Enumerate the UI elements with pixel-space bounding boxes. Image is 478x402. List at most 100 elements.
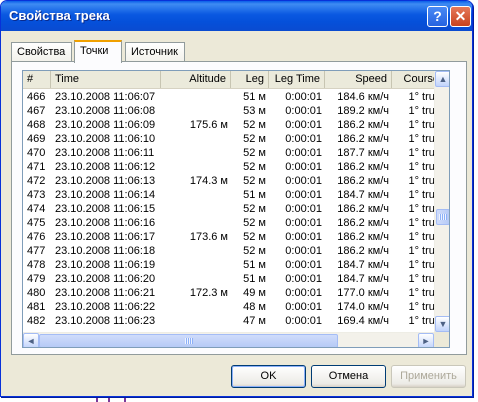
scroll-up-button[interactable]: ▲ <box>435 71 449 87</box>
cell-leg-time: 0:00:01 <box>285 217 322 229</box>
cell-leg-time: 0:00:01 <box>285 245 322 257</box>
cell-speed: 184.7 км/ч <box>337 273 389 285</box>
column-header-time[interactable]: Time <box>51 71 161 88</box>
cell-leg: 52 м <box>243 245 266 257</box>
cell-number: 472 <box>27 175 46 187</box>
tab-properties[interactable]: Свойства <box>11 42 72 62</box>
cell-number: 480 <box>27 287 46 299</box>
table-row[interactable]: 468 23.10.2008 11:06:09 175.6 м 52 м 0:00:01… <box>23 118 449 132</box>
cell-time: 23.10.2008 11:06:16 <box>55 217 156 229</box>
close-button[interactable]: ✕ <box>450 6 471 27</box>
window-title: Свойства трека <box>9 8 110 23</box>
table-row[interactable]: 477 23.10.2008 11:06:18 52 м 0:00:01 186.2 к… <box>23 244 449 258</box>
scroll-right-button[interactable]: ► <box>418 333 434 347</box>
table-row[interactable]: 479 23.10.2008 11:06:20 51 м 0:00:01 184.7 к… <box>23 272 449 286</box>
cell-number: 476 <box>27 231 46 243</box>
table-row[interactable]: 473 23.10.2008 11:06:14 51 м 0:00:01 184.7 к… <box>23 188 449 202</box>
vertical-scrollbar[interactable]: ▲ ▼ <box>434 71 449 332</box>
close-icon: ✕ <box>454 8 467 24</box>
cell-number: 468 <box>27 119 46 131</box>
table-row[interactable]: 482 23.10.2008 11:06:23 47 м 0:00:01 169.4 к… <box>23 314 449 328</box>
cell-number: 469 <box>27 133 46 145</box>
table-row[interactable]: 467 23.10.2008 11:06:08 53 м 0:00:01 189.2 к… <box>23 104 449 118</box>
scrollbar-corner <box>434 332 449 347</box>
cell-leg: 51 м <box>243 259 266 271</box>
horizontal-scrollbar[interactable]: ◄ ► <box>23 332 434 347</box>
cell-leg: 52 м <box>243 175 266 187</box>
vertical-scroll-thumb[interactable] <box>436 209 449 225</box>
cell-leg-time: 0:00:01 <box>285 259 322 271</box>
cell-leg: 52 м <box>243 119 266 131</box>
cell-speed: 186.2 км/ч <box>337 217 389 229</box>
cell-time: 23.10.2008 11:06:17 <box>55 231 156 243</box>
table-row[interactable]: 480 23.10.2008 11:06:21 172.3 м 49 м 0:00:01… <box>23 286 449 300</box>
cell-time: 23.10.2008 11:06:21 <box>55 287 156 299</box>
cell-leg: 48 м <box>243 301 266 313</box>
table-row[interactable]: 475 23.10.2008 11:06:16 52 м 0:00:01 186.2 к… <box>23 216 449 230</box>
cell-speed: 186.2 км/ч <box>337 231 389 243</box>
cell-leg: 51 м <box>243 273 266 285</box>
grip-icon <box>439 214 447 220</box>
cell-number: 470 <box>27 147 46 159</box>
apply-button[interactable]: Применить <box>391 365 466 388</box>
cell-number: 474 <box>27 203 46 215</box>
cell-altitude: 174.3 м <box>189 175 228 187</box>
cell-number: 478 <box>27 259 46 271</box>
table-row[interactable]: 470 23.10.2008 11:06:11 52 м 0:00:01 187.7 к… <box>23 146 449 160</box>
cell-speed: 186.2 км/ч <box>337 245 389 257</box>
cell-speed: 184.7 км/ч <box>337 259 389 271</box>
column-header-altitude[interactable]: Altitude <box>161 71 231 88</box>
cell-leg: 53 м <box>243 105 266 117</box>
table-row[interactable]: 471 23.10.2008 11:06:12 52 м 0:00:01 186.2 к… <box>23 160 449 174</box>
table-row[interactable]: 476 23.10.2008 11:06:17 173.6 м 52 м 0:00:01… <box>23 230 449 244</box>
cell-time: 23.10.2008 11:06:08 <box>55 105 156 117</box>
cell-leg: 49 м <box>243 287 266 299</box>
cancel-button[interactable]: Отмена <box>311 365 386 388</box>
horizontal-scroll-thumb[interactable] <box>39 334 338 347</box>
table-row[interactable]: 478 23.10.2008 11:06:19 51 м 0:00:01 184.7 к… <box>23 258 449 272</box>
cell-number: 479 <box>27 273 46 285</box>
cell-speed: 184.7 км/ч <box>337 189 389 201</box>
ok-button[interactable]: OK <box>231 365 306 388</box>
cell-speed: 186.2 км/ч <box>337 161 389 173</box>
cell-speed: 189.2 км/ч <box>337 105 389 117</box>
cell-leg-time: 0:00:01 <box>285 147 322 159</box>
arrow-right-icon: ► <box>421 336 431 346</box>
cell-speed: 186.2 км/ч <box>337 133 389 145</box>
cell-time: 23.10.2008 11:06:07 <box>55 91 156 103</box>
cell-number: 466 <box>27 91 46 103</box>
cell-leg-time: 0:00:01 <box>285 315 322 327</box>
cell-number: 477 <box>27 245 46 257</box>
cell-leg-time: 0:00:01 <box>285 133 322 145</box>
scroll-down-button[interactable]: ▼ <box>435 316 449 332</box>
tab-points[interactable]: Точки <box>74 40 122 63</box>
cell-leg-time: 0:00:01 <box>285 91 322 103</box>
scroll-left-button[interactable]: ◄ <box>23 333 39 347</box>
track-properties-dialog: Свойства трека ? ✕ Свойства Точки Источн… <box>0 0 473 397</box>
arrow-down-icon: ▼ <box>438 319 448 329</box>
title-bar[interactable]: Свойства трека ? ✕ <box>1 1 472 31</box>
column-header-leg[interactable]: Leg <box>231 71 269 88</box>
cell-speed: 169.4 км/ч <box>337 315 389 327</box>
cell-number: 475 <box>27 217 46 229</box>
tab-source[interactable]: Источник <box>125 42 185 62</box>
cell-time: 23.10.2008 11:06:22 <box>55 301 156 313</box>
table-row[interactable]: 469 23.10.2008 11:06:10 52 м 0:00:01 186.2 к… <box>23 132 449 146</box>
table-row[interactable]: 472 23.10.2008 11:06:13 174.3 м 52 м 0:00:01… <box>23 174 449 188</box>
cell-altitude: 172.3 м <box>189 287 228 299</box>
table-row[interactable]: 481 23.10.2008 11:06:22 48 м 0:00:01 174.0 к… <box>23 300 449 314</box>
cell-leg-time: 0:00:01 <box>285 301 322 313</box>
cell-speed: 186.2 км/ч <box>337 119 389 131</box>
cell-time: 23.10.2008 11:06:11 <box>55 147 155 159</box>
points-list[interactable]: # Time Altitude Leg Leg Time Speed Cours… <box>22 70 450 348</box>
list-header: # Time Altitude Leg Leg Time Speed Cours… <box>23 71 446 89</box>
column-header-number[interactable]: # <box>23 71 51 88</box>
help-button[interactable]: ? <box>427 6 448 27</box>
column-header-speed[interactable]: Speed <box>325 71 392 88</box>
cell-time: 23.10.2008 11:06:18 <box>55 245 156 257</box>
table-row[interactable]: 466 23.10.2008 11:06:07 51 м 0:00:01 184.6 к… <box>23 90 449 104</box>
cell-time: 23.10.2008 11:06:15 <box>55 203 156 215</box>
cell-time: 23.10.2008 11:06:14 <box>55 189 156 201</box>
table-row[interactable]: 474 23.10.2008 11:06:15 52 м 0:00:01 186.2 к… <box>23 202 449 216</box>
column-header-leg-time[interactable]: Leg Time <box>269 71 325 88</box>
